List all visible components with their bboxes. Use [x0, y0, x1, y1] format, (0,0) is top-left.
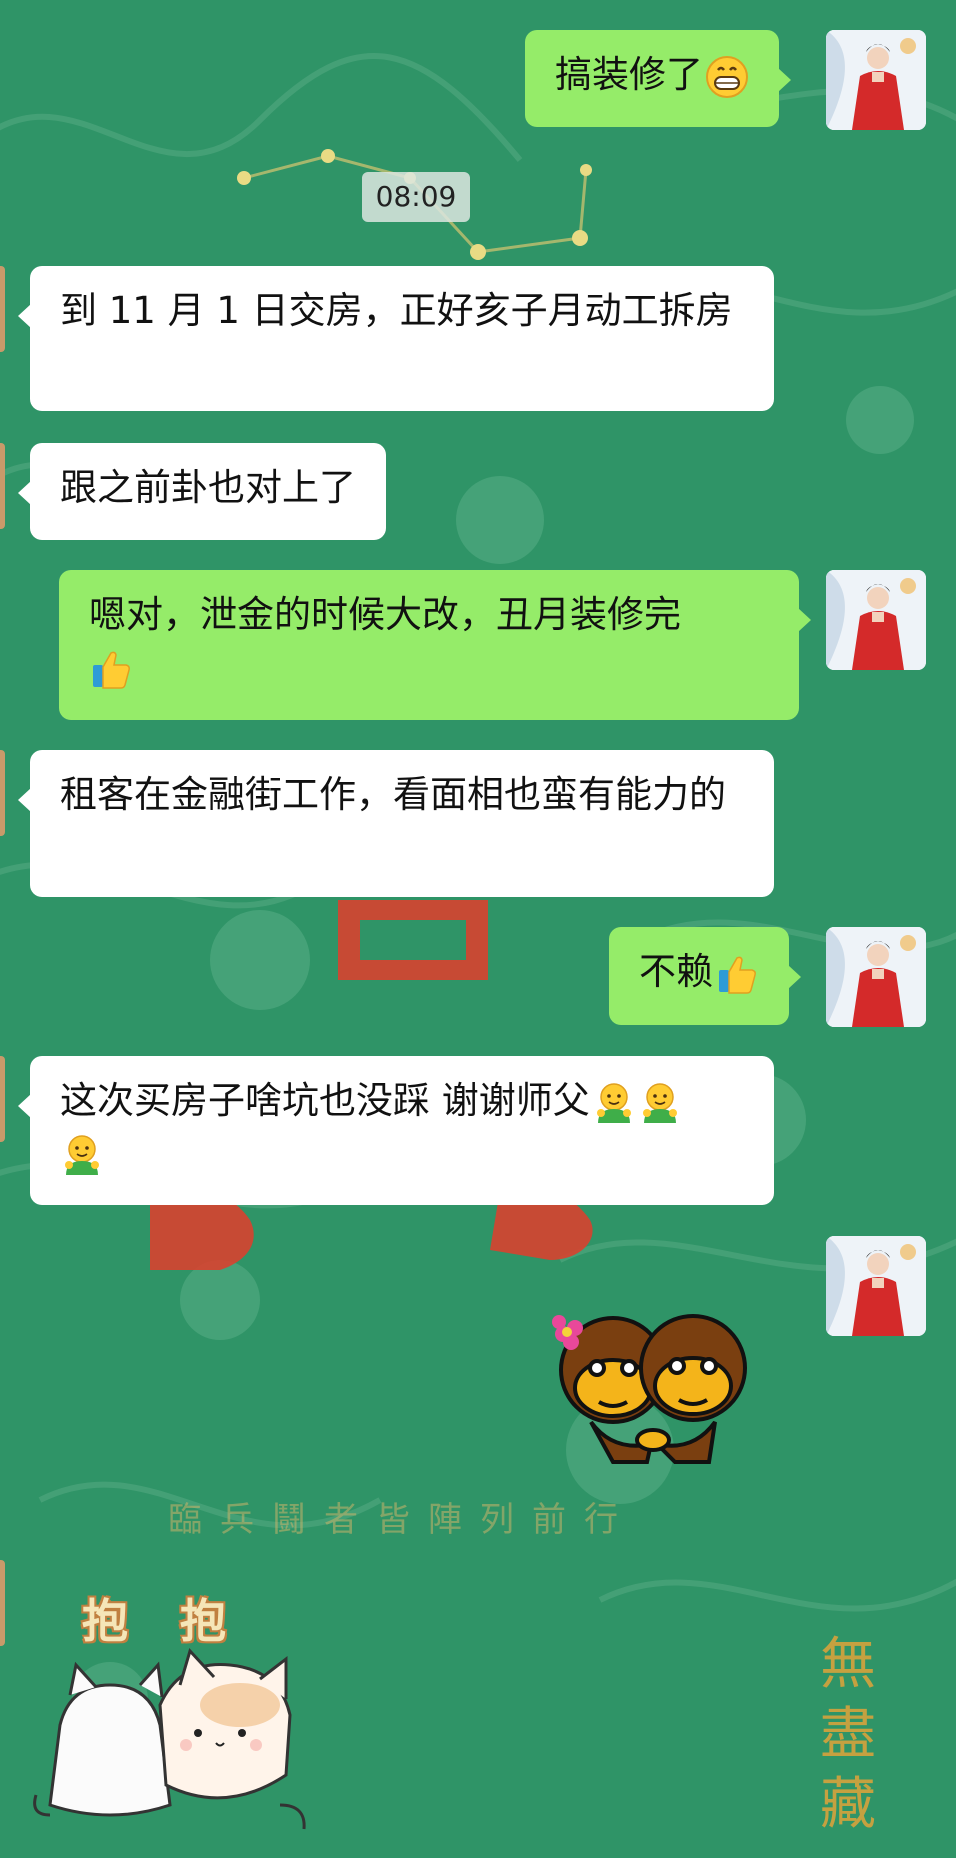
hug-cats-sticker[interactable]: 抱 抱 — [30, 1585, 330, 1840]
bubble-tail — [18, 304, 31, 328]
avatar-portrait-icon — [826, 1236, 926, 1336]
message-text: 租客在金融街工作，看面相也蛮有能力的 — [60, 773, 726, 816]
chat-timestamp: 08:09 — [362, 172, 470, 222]
message-text: 嗯对，泄金的时候大改，丑月装修完 — [89, 593, 681, 636]
message-bubble-incoming[interactable]: 到 11 月 1 日交房，正好亥子月动工拆房 — [18, 266, 774, 411]
hugging-face-icon — [642, 1082, 677, 1123]
bubble-tail — [798, 608, 811, 632]
hugging-face-icon — [596, 1082, 631, 1123]
my-avatar[interactable] — [826, 570, 926, 670]
avatar-portrait-icon — [826, 30, 926, 130]
bubble-tail — [18, 788, 31, 812]
message-bubble-incoming[interactable]: 这次买房子啥坑也没踩 谢谢师父 — [18, 1056, 774, 1205]
peer-avatar-edge[interactable] — [0, 443, 5, 529]
sticker-caption: 抱 抱 — [82, 1594, 245, 1648]
hugging-face-icon — [65, 1134, 99, 1175]
my-avatar[interactable] — [826, 30, 926, 130]
message-text: 搞装修了 — [555, 53, 703, 96]
peer-avatar-edge[interactable] — [0, 1056, 5, 1142]
flower-icon — [552, 1315, 583, 1350]
my-avatar[interactable] — [826, 927, 926, 1027]
thumbs-up-icon — [93, 651, 130, 689]
bubble-tail — [788, 965, 801, 989]
peer-avatar-edge[interactable] — [0, 750, 5, 836]
background-inscription: 臨兵鬪者皆陣列前行 — [168, 1500, 636, 1540]
message-text: 跟之前卦也对上了 — [60, 466, 356, 509]
message-text: 这次买房子啥坑也没踩 谢谢师父 — [60, 1079, 590, 1122]
thumbs-up-icon — [719, 956, 756, 994]
message-bubble-outgoing[interactable]: 嗯对，泄金的时候大改，丑月装修完 — [59, 570, 811, 720]
cats-hugging-icon — [33, 1648, 306, 1830]
bubble-tail — [778, 68, 791, 92]
peer-avatar-edge[interactable] — [0, 1560, 5, 1646]
message-bubble-outgoing[interactable]: 搞装修了 — [525, 30, 791, 127]
avatar-portrait-icon — [826, 570, 926, 670]
background-vertical-inscription: 無盡藏 — [820, 1632, 876, 1837]
avatar-portrait-icon — [826, 927, 926, 1027]
message-bubble-outgoing[interactable]: 不赖 — [609, 927, 801, 1025]
two-monkeys-sticker[interactable] — [545, 1310, 760, 1475]
bubble-tail — [18, 1094, 31, 1118]
message-bubble-incoming[interactable]: 跟之前卦也对上了 — [18, 443, 386, 540]
grinning-face-icon — [706, 55, 748, 98]
message-bubble-incoming[interactable]: 租客在金融街工作，看面相也蛮有能力的 — [18, 750, 774, 897]
peer-avatar-edge[interactable] — [0, 266, 5, 352]
my-avatar[interactable] — [826, 1236, 926, 1336]
bubble-tail — [18, 481, 31, 505]
message-text: 不赖 — [639, 950, 713, 993]
message-text: 到 11 月 1 日交房，正好亥子月动工拆房 — [60, 289, 733, 332]
